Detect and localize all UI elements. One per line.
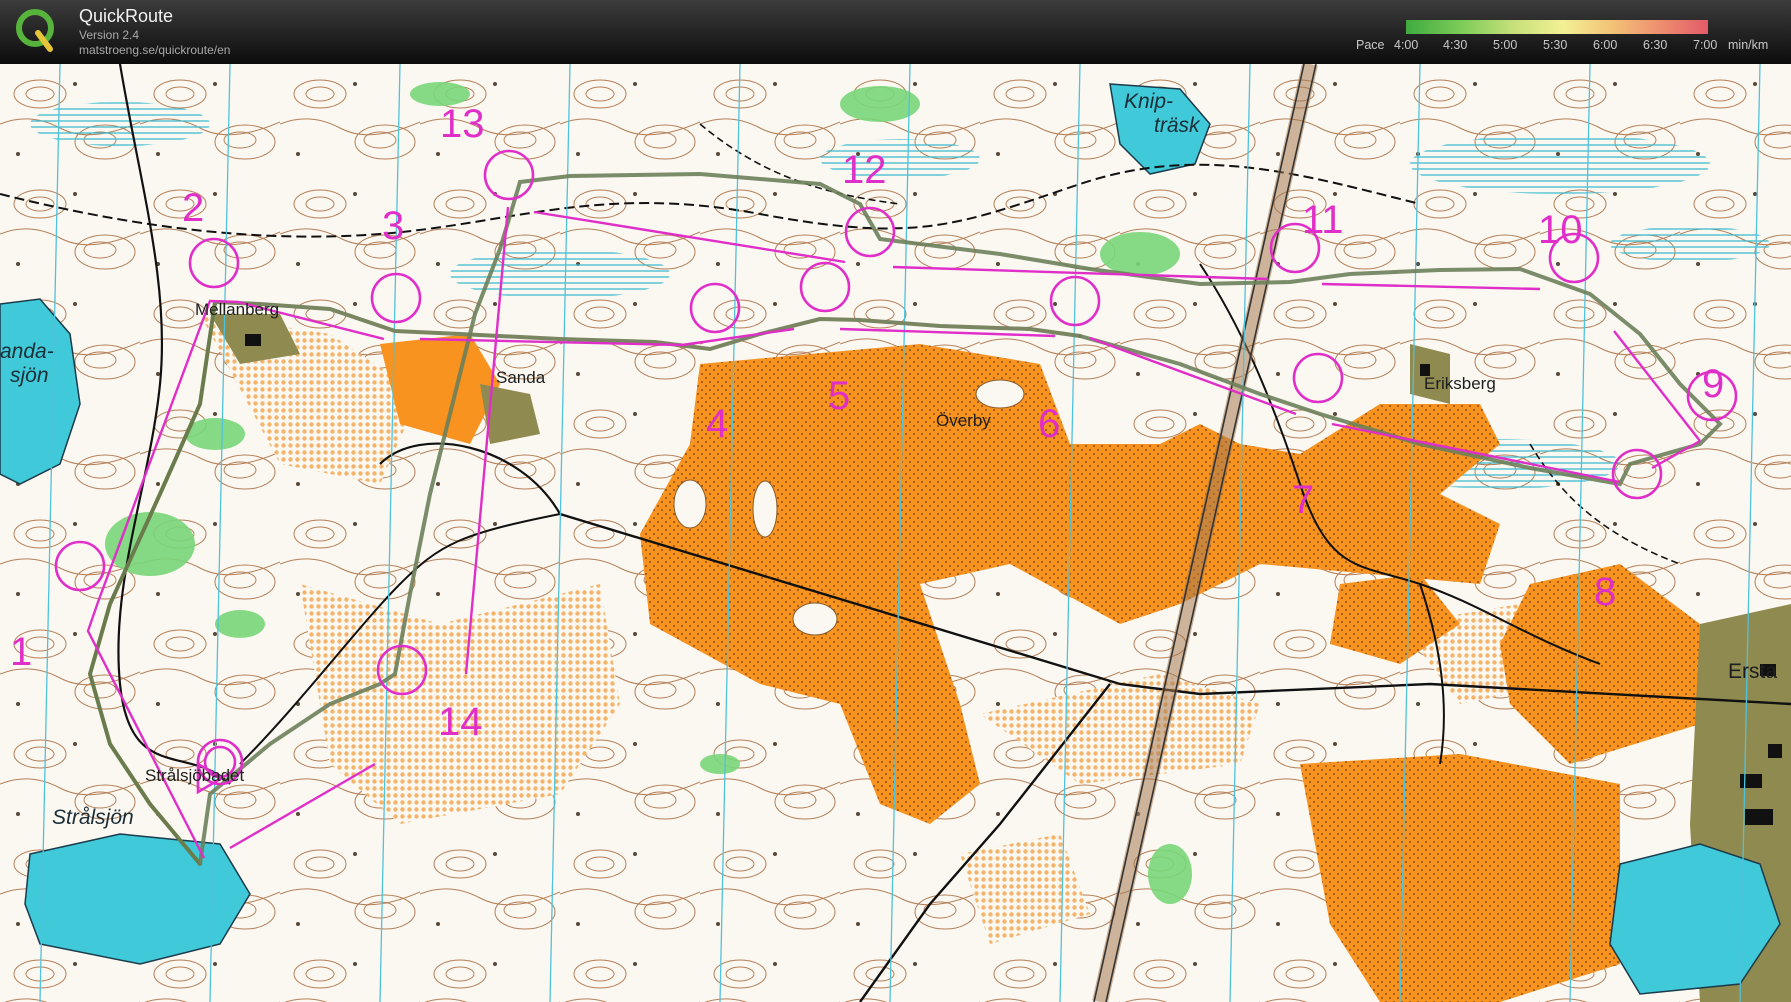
pace-legend: Pace 4:00 4:30 5:00 5:30 6:00 6:30 7:00 … <box>1356 38 1786 54</box>
control-number: 5 <box>828 374 851 418</box>
control-number: 12 <box>842 148 887 192</box>
place-name: Ersta <box>1728 660 1778 683</box>
pace-tick: 4:30 <box>1443 38 1468 52</box>
orienteering-map[interactable]: 1 2 3 4 5 6 7 8 9 10 11 12 13 14 Mellanb… <box>0 64 1791 1002</box>
control-number: 7 <box>1292 478 1315 522</box>
pace-tick: 6:30 <box>1643 38 1668 52</box>
title-bar: QuickRoute Version 2.4 matstroeng.se/qui… <box>0 0 1791 64</box>
place-name: Strålsjöbadet <box>145 766 245 785</box>
place-name: Överby <box>936 411 991 430</box>
lake-name: anda- <box>0 340 54 363</box>
map-graphics[interactable] <box>0 64 1791 1002</box>
lake-stralsjon <box>24 833 251 965</box>
quickroute-logo-icon <box>16 9 54 52</box>
place-name: Mellanberg <box>195 300 280 319</box>
control-number: 9 <box>1702 362 1725 406</box>
pace-tick: 5:00 <box>1493 38 1518 52</box>
pace-unit: min/km <box>1728 38 1769 52</box>
control-number: 14 <box>438 700 483 744</box>
place-name: Sanda <box>496 368 546 387</box>
pace-color-scale <box>1406 20 1708 34</box>
control-number: 4 <box>706 402 729 446</box>
lake-name: Strålsjön <box>52 806 134 829</box>
control-number: 11 <box>1302 198 1344 242</box>
pace-tick: 7:00 <box>1693 38 1718 52</box>
place-name: Eriksberg <box>1424 374 1496 393</box>
pace-tick: 4:00 <box>1394 38 1419 52</box>
app-title: QuickRoute <box>79 6 174 26</box>
app-url[interactable]: matstroeng.se/quickroute/en <box>79 43 230 57</box>
control-number: 13 <box>440 102 485 146</box>
pace-tick: 6:00 <box>1593 38 1618 52</box>
pace-tick: 5:30 <box>1543 38 1568 52</box>
lake-name: sjön <box>10 364 49 387</box>
lake-name: träsk <box>1154 114 1200 137</box>
pace-legend-label: Pace <box>1356 38 1385 52</box>
app-version: Version 2.4 <box>79 28 140 42</box>
lake-name: Knip- <box>1124 90 1174 113</box>
control-number: 3 <box>382 204 405 248</box>
control-number: 1 <box>10 630 33 674</box>
control-number: 6 <box>1038 402 1061 446</box>
control-number: 10 <box>1538 208 1583 252</box>
control-number: 2 <box>182 186 205 230</box>
control-number: 8 <box>1594 570 1617 614</box>
